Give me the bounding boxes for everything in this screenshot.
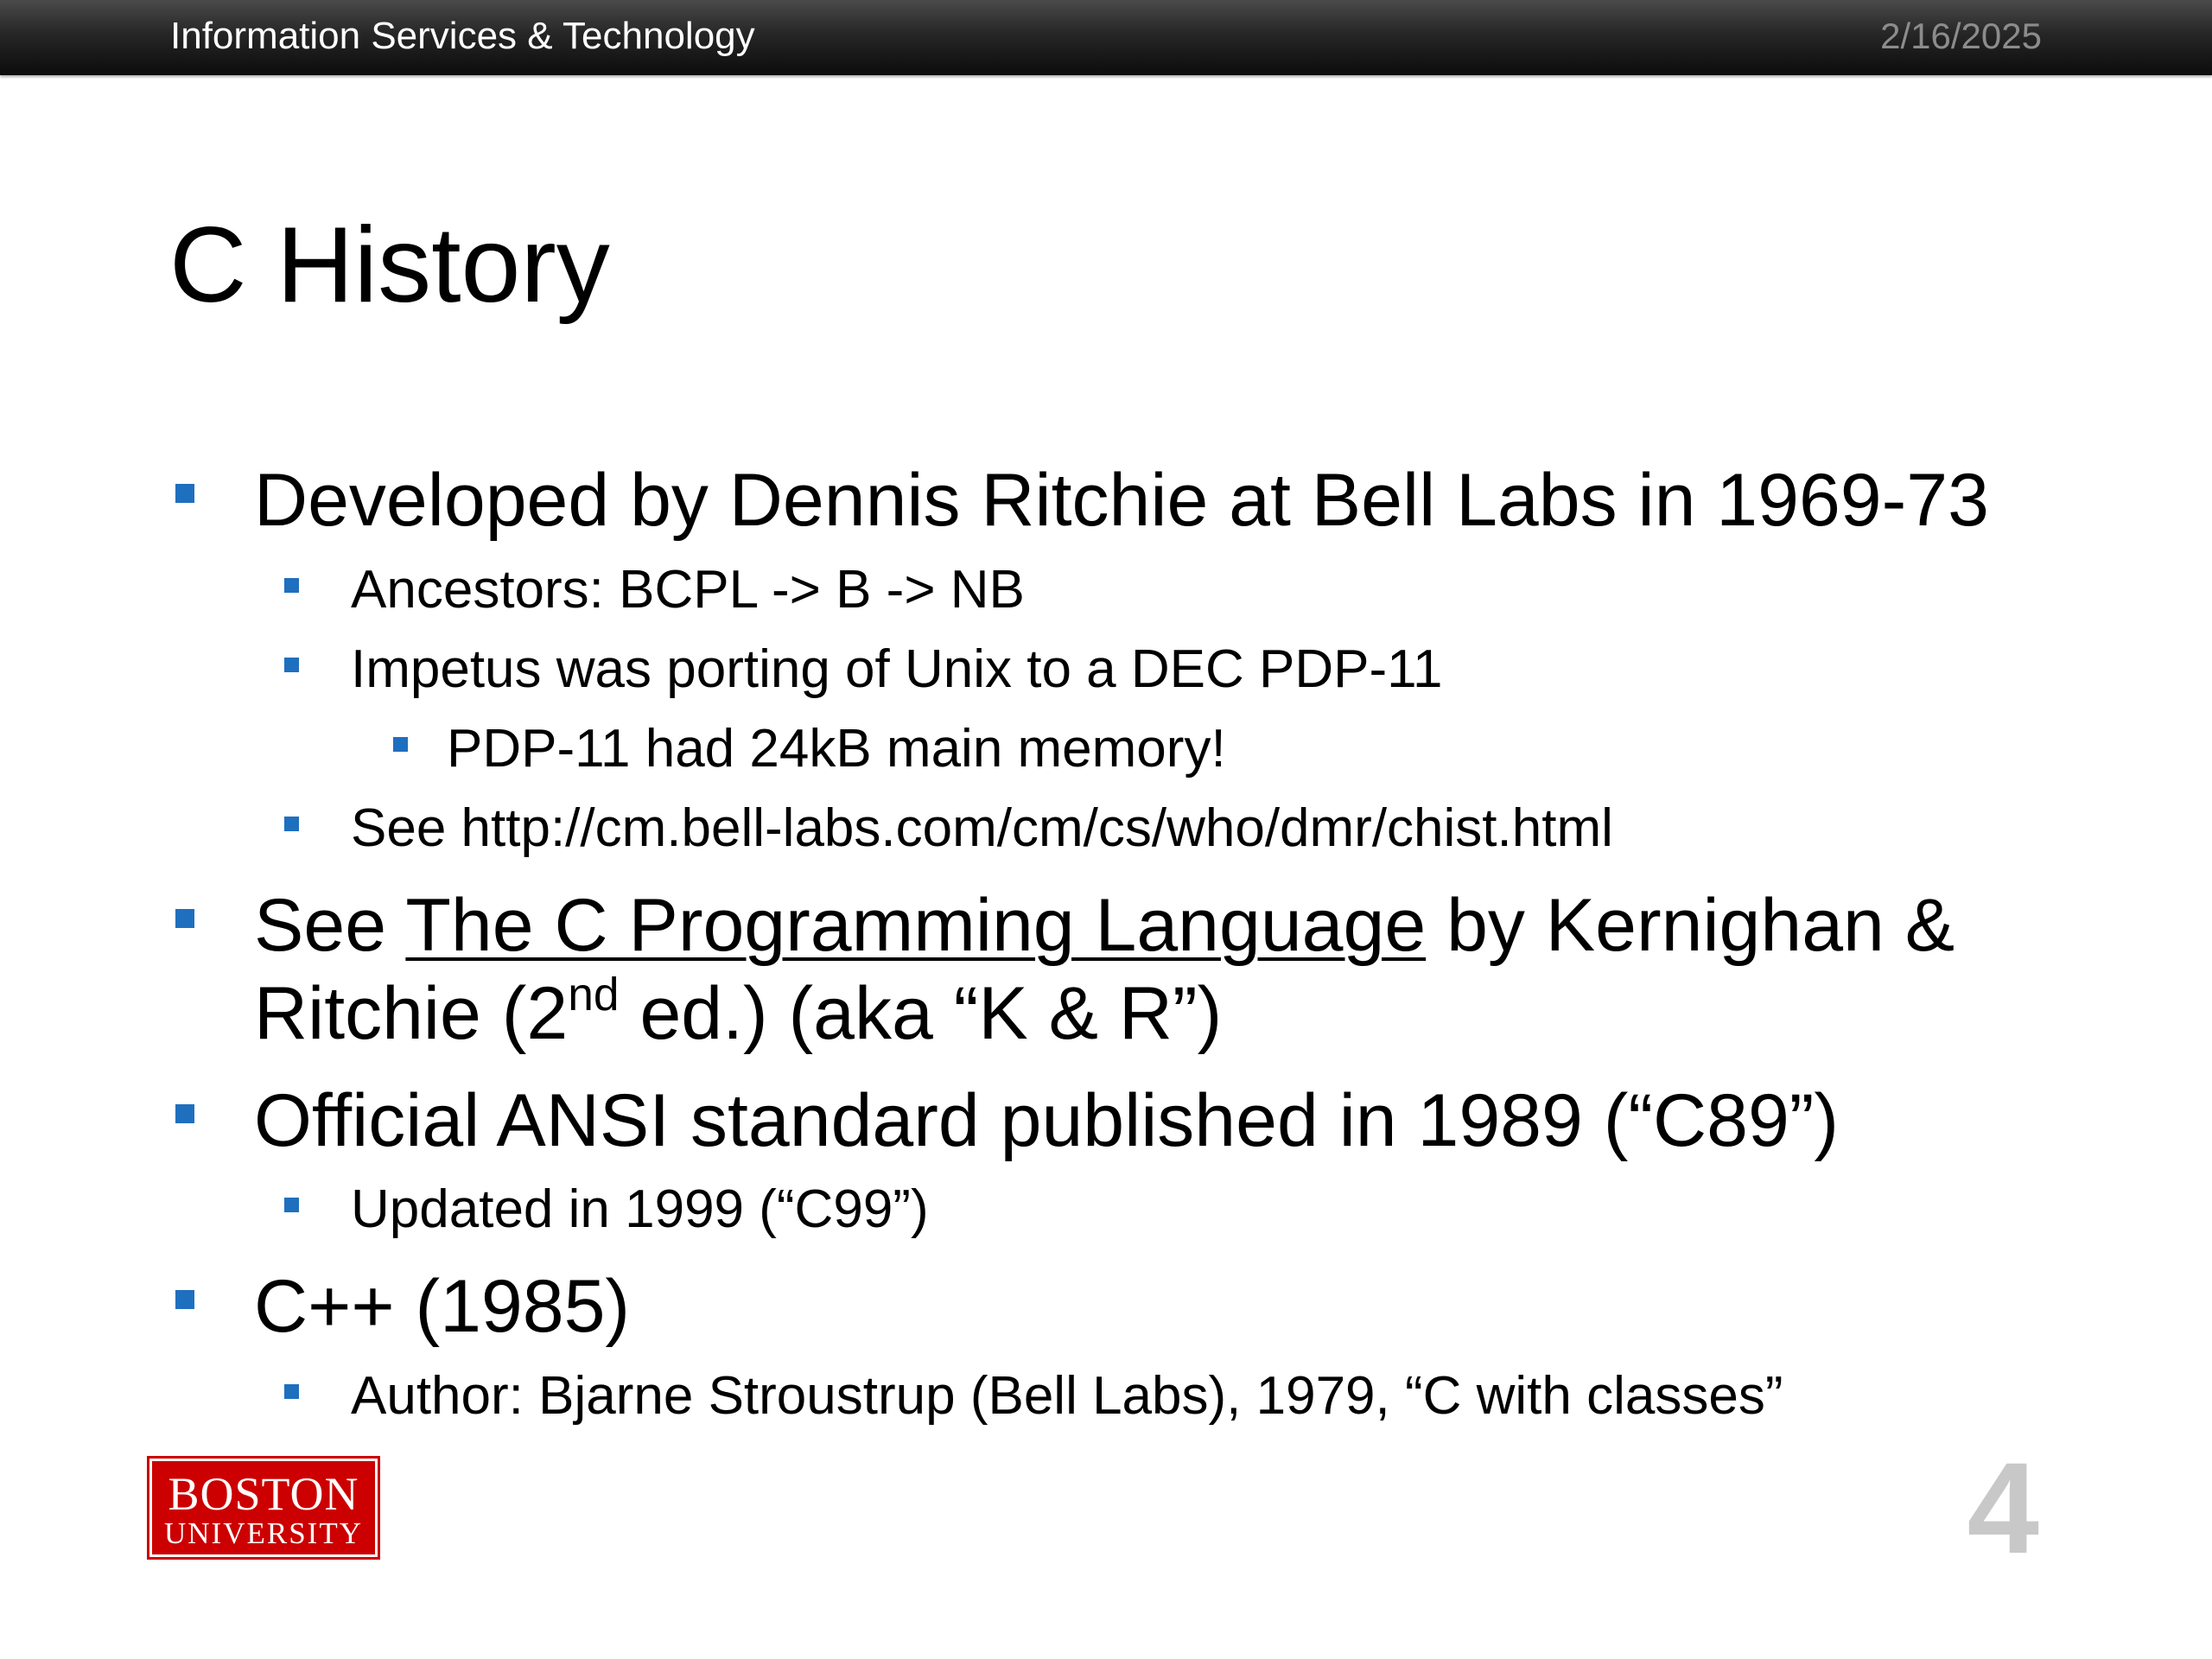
sub-sub-bullet-item: PDP-11 had 24kB main memory! [393,715,1226,784]
book-title: The C Programming Language [405,884,1427,967]
bullet-text: Author: Bjarne Stroustrup (Bell Labs), 1… [351,1366,1783,1426]
square-bullet-icon [175,484,194,503]
slide: Information Services & Technology 2/16/2… [0,0,2212,1659]
bullet-link-text: See http://cm.bell-labs.com/cm/cs/who/dm… [351,798,1613,858]
bullet-item: Developed by Dennis Ritchie at Bell Labs… [175,456,1989,544]
logo-text-university: UNIVERSITY [164,1516,363,1550]
bullet-text: by Kernighan & [1446,884,1955,967]
bullet-list: Developed by Dennis Ritchie at Bell Labs… [0,0,2212,1659]
bullet-text: Updated in 1999 (“C99”) [351,1179,929,1239]
sub-bullet-item: See http://cm.bell-labs.com/cm/cs/who/dm… [284,794,1613,863]
sub-bullet-item: Author: Bjarne Stroustrup (Bell Labs), 1… [284,1362,1783,1431]
sub-bullet-item: Impetus was porting of Unix to a DEC PDP… [284,635,1443,704]
bullet-item: C++ (1985) [175,1262,631,1351]
logo-text-boston: BOSTON [168,1468,359,1520]
square-bullet-icon [284,1384,299,1399]
square-bullet-icon [175,1290,194,1309]
bullet-item: Official ANSI standard published in 1989… [175,1077,1840,1165]
boston-university-logo: BOSTON UNIVERSITY [147,1456,380,1560]
bullet-text: Ancestors: BCPL -> B -> NB [351,560,1025,620]
square-bullet-icon [284,578,299,593]
bullet-item: See The C Programming Language by Kernig… [175,881,1955,1058]
sub-bullet-item: Updated in 1999 (“C99”) [284,1175,929,1244]
bullet-text: Developed by Dennis Ritchie at Bell Labs… [254,459,1989,542]
sub-bullet-item: Ancestors: BCPL -> B -> NB [284,556,1025,625]
square-bullet-icon [284,1198,299,1212]
ordinal-superscript: nd [568,969,620,1020]
page-number: 4 [1967,1435,2039,1580]
square-bullet-icon [393,737,408,752]
bullet-text: Impetus was porting of Unix to a DEC PDP… [351,639,1443,699]
square-bullet-icon [175,1104,194,1123]
bullet-text: See [254,884,387,967]
bullet-text: C++ (1985) [254,1265,631,1348]
bullet-text: PDP-11 had 24kB main memory! [447,719,1226,779]
square-bullet-icon [284,658,299,672]
square-bullet-icon [284,817,299,831]
square-bullet-icon [175,909,194,928]
bullet-text: Official ANSI standard published in 1989… [254,1079,1840,1162]
bullet-text-line-1: See The C Programming Language by Kernig… [254,881,1955,969]
bullet-text: Ritchie (2 [254,972,569,1055]
bullet-text: ed.) (aka “K & R”) [639,972,1223,1055]
bullet-text-line-2: Ritchie (2nd ed.) (aka “K & R”) [254,969,1955,1058]
